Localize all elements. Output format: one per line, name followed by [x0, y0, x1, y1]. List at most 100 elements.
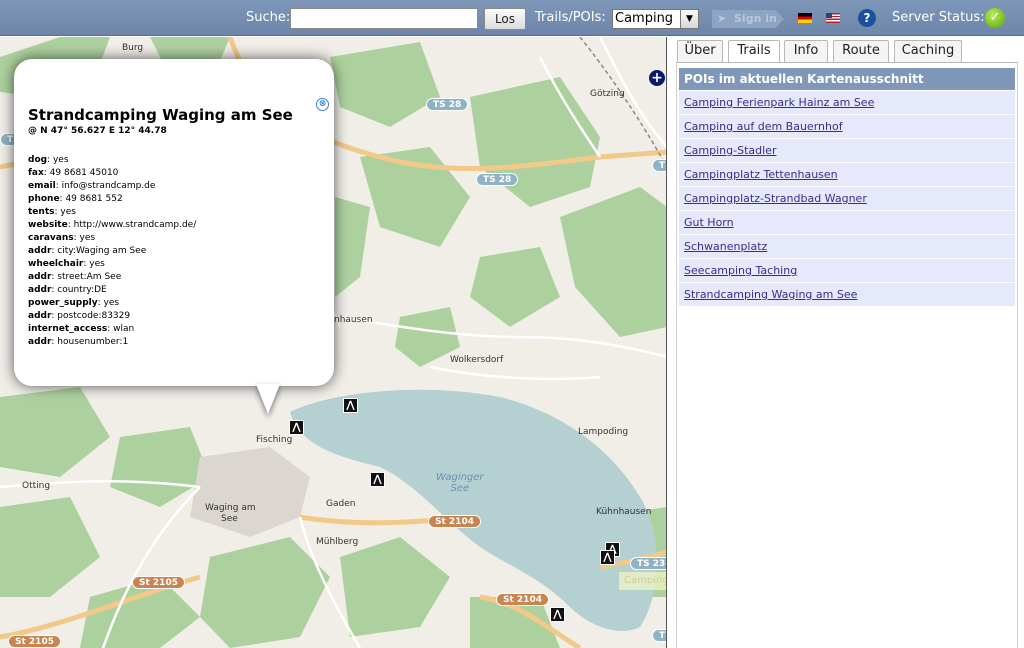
list-item: Campingplatz-Strandbad Wagner — [679, 187, 1015, 210]
popup-attribute-row: email: info@strandcamp.de — [28, 180, 196, 193]
sign-in-label: Sign in — [734, 12, 777, 25]
list-item: Campingplatz Tettenhausen — [679, 163, 1015, 186]
attribute-key: tents — [28, 207, 55, 217]
zoom-in-icon[interactable]: + — [649, 70, 665, 86]
sign-in-button[interactable]: ➤ Sign in — [712, 10, 784, 28]
attribute-value: : yes — [47, 155, 69, 165]
place-label-otting: Otting — [22, 481, 51, 491]
road-label-ts: TS — [652, 629, 666, 642]
poi-link[interactable]: Campingplatz-Strandbad Wagner — [684, 192, 867, 205]
popup-attribute-row: phone: 49 8681 552 — [28, 193, 196, 206]
attribute-value: : 49 8681 552 — [59, 194, 123, 204]
road-label-st2104: St 2104 — [496, 593, 549, 606]
trails-pois-label: Trails/POIs: — [535, 10, 606, 25]
help-icon[interactable]: ? — [858, 9, 876, 27]
tab-caching[interactable]: Caching — [894, 40, 962, 62]
attribute-key: addr — [28, 311, 52, 321]
campsite-icon[interactable]: ⋀ — [600, 550, 615, 565]
dropdown-arrow-icon[interactable]: ▼ — [680, 10, 698, 28]
campsite-icon[interactable]: ⋀ — [343, 398, 358, 413]
place-label-gaden: Gaden — [326, 499, 356, 509]
tab-ueber[interactable]: Über — [677, 40, 723, 62]
popup-attribute-row: addr: country:DE — [28, 284, 196, 297]
tab-info[interactable]: Info — [784, 40, 828, 62]
attribute-value: : housenumber:1 — [51, 337, 129, 347]
campsite-icon[interactable]: ⋀ — [550, 607, 565, 622]
attribute-value: : 49 8681 45010 — [43, 168, 119, 178]
list-item: Camping auf dem Bauernhof — [679, 115, 1015, 138]
attribute-key: addr — [28, 337, 52, 347]
popup-attribute-list: dog: yes fax: 49 8681 45010 email: info@st… — [28, 154, 196, 349]
poi-link[interactable]: Schwanenplatz — [684, 240, 767, 253]
popup-attribute-row: wheelchair: yes — [28, 258, 196, 271]
popup-attribute-row: dog: yes — [28, 154, 196, 167]
attribute-value: : yes — [83, 259, 105, 269]
map-hover-tooltip: Camping-Stadler — [619, 572, 666, 590]
list-item: Strandcamping Waging am See — [679, 283, 1015, 306]
attribute-key: power_supply — [28, 298, 98, 308]
place-label-see: See — [221, 514, 238, 524]
close-icon[interactable]: ⊗ — [316, 98, 329, 111]
list-item: Gut Horn — [679, 211, 1015, 234]
road-label-st2104: St 2104 — [428, 515, 481, 528]
us-flag-icon[interactable] — [826, 13, 840, 23]
poi-list: Camping Ferienpark Hainz am See Camping a… — [679, 91, 1015, 307]
search-input[interactable] — [290, 8, 478, 29]
attribute-key: wheelchair — [28, 259, 84, 269]
place-label-fisching: Fisching — [256, 435, 293, 445]
list-item: Seecamping Taching — [679, 259, 1015, 282]
attribute-key: website — [28, 220, 68, 230]
tab-route[interactable]: Route — [833, 40, 889, 62]
place-label-wolkersdorf: Wolkersdorf — [450, 355, 504, 365]
place-label-burg: Burg — [122, 43, 144, 53]
attribute-value: : yes — [73, 233, 96, 243]
place-label-lampoding: Lampoding — [578, 427, 629, 437]
attribute-key: addr — [28, 285, 52, 295]
attribute-key: phone — [28, 194, 60, 204]
road-label-ts28: TS 28 — [426, 98, 469, 111]
german-flag-icon[interactable] — [798, 13, 812, 23]
poi-link[interactable]: Gut Horn — [684, 216, 734, 229]
search-label: Suche: — [246, 10, 291, 25]
server-status-label: Server Status: — [892, 10, 985, 25]
poi-link[interactable]: Camping-Stadler — [684, 144, 776, 157]
campsite-icon[interactable]: ⋀ — [370, 472, 385, 487]
road-label-st2105: St 2105 — [8, 635, 61, 648]
attribute-value: : postcode:83329 — [51, 311, 131, 321]
popup-attribute-row: addr: housenumber:1 — [28, 336, 196, 349]
check-ok-icon: ✓ — [985, 8, 1005, 28]
popup-coordinates: @ N 47° 56.627 E 12° 44.78 — [28, 126, 167, 136]
poi-category-select[interactable]: Camping ▼ — [612, 9, 699, 29]
popup-attribute-row: addr: city:Waging am See — [28, 245, 196, 258]
attribute-value: : country:DE — [51, 285, 107, 295]
attribute-value: : wlan — [107, 324, 135, 334]
attribute-value: : city:Waging am See — [51, 246, 147, 256]
poi-link[interactable]: Camping auf dem Bauernhof — [684, 120, 843, 133]
place-label-kuehnhausen: Kühnhausen — [596, 507, 652, 517]
attribute-value: : street:Am See — [51, 272, 122, 282]
list-item: Schwanenplatz — [679, 235, 1015, 258]
attribute-key: addr — [28, 272, 52, 282]
road-label-ts23: TS 23 — [630, 557, 666, 570]
attribute-key: dog — [28, 155, 48, 165]
popup-attribute-row: internet_access: wlan — [28, 323, 196, 336]
place-label-waging-am: Waging am — [205, 503, 256, 513]
poi-link[interactable]: Seecamping Taching — [684, 264, 797, 277]
poi-category-value: Camping — [615, 11, 674, 26]
town-area — [190, 447, 310, 537]
search-go-button[interactable]: Los — [484, 8, 526, 30]
poi-list-header: POIs im aktuellen Kartenausschnitt — [679, 68, 1015, 90]
poi-link[interactable]: Camping Ferienpark Hainz am See — [684, 96, 874, 109]
attribute-value: : info@strandcamp.de — [55, 181, 156, 191]
popup-pointer — [256, 384, 280, 414]
campsite-icon[interactable]: ⋀ — [289, 420, 304, 435]
road-label-ts28: TS 28 — [476, 173, 519, 186]
poi-link[interactable]: Strandcamping Waging am See — [684, 288, 857, 301]
popup-attribute-row: fax: 49 8681 45010 — [28, 167, 196, 180]
tab-trails[interactable]: Trails — [728, 40, 780, 63]
road-label-st2105: St 2105 — [132, 576, 185, 589]
popup-attribute-row: website: http://www.strandcamp.de/ — [28, 219, 196, 232]
side-panel: Über Trails Info Route Caching POIs im a… — [668, 37, 1024, 648]
poi-link[interactable]: Campingplatz Tettenhausen — [684, 168, 838, 181]
road-label-t: T — [652, 159, 666, 172]
